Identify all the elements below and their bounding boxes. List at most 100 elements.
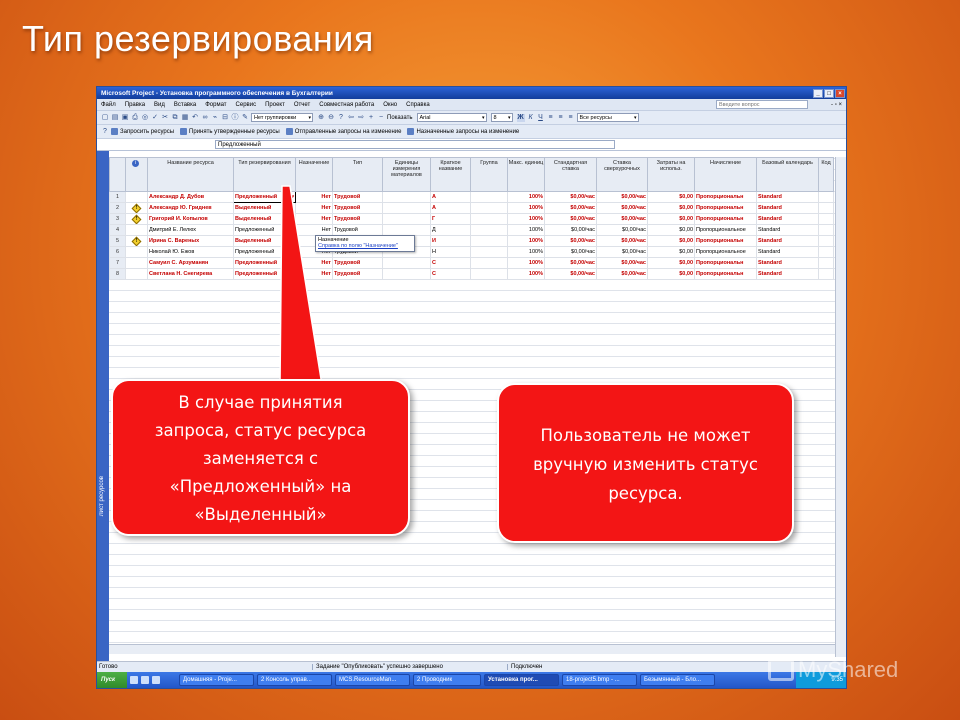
row-number[interactable]: 4	[109, 224, 126, 236]
vertical-scrollbar[interactable]	[835, 157, 846, 657]
cell-max-units[interactable]: 100%	[507, 268, 545, 280]
cell-std-rate[interactable]: $0,00/час	[544, 191, 597, 203]
table-row[interactable]: 4 Дмитрий Е. Лелюх Предложенный Нет Трудовой…	[109, 224, 834, 236]
bold-button[interactable]: Ж	[516, 113, 525, 122]
menu-report[interactable]: Отчет	[294, 102, 310, 108]
ask-question-input[interactable]: Введите вопрос	[716, 100, 808, 109]
cell-group[interactable]	[470, 235, 508, 247]
col-cost-per-use[interactable]: Затраты на использ.	[647, 157, 695, 192]
cell-std-rate[interactable]: $0,00/час	[544, 202, 597, 214]
cell-ovt-rate[interactable]: $0,00/час	[596, 213, 648, 225]
table-row[interactable]: 3! Григорий И. Копылов Выделенный Нет Трудов…	[109, 213, 834, 225]
cell-initials[interactable]: Д	[430, 224, 471, 236]
menu-collaborate[interactable]: Совместная работа	[319, 102, 374, 108]
undo-icon[interactable]: ↶	[191, 114, 199, 122]
cell-base-calendar[interactable]: Standard	[756, 224, 819, 236]
cell-initials[interactable]: Г	[430, 213, 471, 225]
view-bar[interactable]: Лист ресурсов	[97, 151, 109, 661]
cell-name[interactable]: Николай Ю. Ежов	[147, 246, 234, 258]
cell-group[interactable]	[470, 224, 508, 236]
col-name[interactable]: Название ресурса	[147, 157, 234, 192]
cell-code[interactable]	[818, 191, 834, 203]
task-info-icon[interactable]: ⓘ	[231, 114, 239, 122]
cell-cost-per-use[interactable]: $0,00	[647, 202, 695, 214]
cell-cost-per-use[interactable]: $0,00	[647, 268, 695, 280]
maximize-button[interactable]: □	[824, 88, 834, 98]
cell-material-units[interactable]	[382, 257, 431, 269]
row-number[interactable]: 2	[109, 202, 126, 214]
cell-material-units[interactable]	[382, 224, 431, 236]
cell-initials[interactable]: С	[430, 268, 471, 280]
table-row[interactable]: 7 Самуил С. Арзуманян Предложенный Нет Трудо…	[109, 257, 834, 269]
close-button[interactable]: ×	[835, 88, 845, 98]
taskbar-item[interactable]: 18-project5.bmp - ...	[562, 674, 637, 686]
new-icon[interactable]: ▢	[101, 114, 109, 122]
unlink-icon[interactable]: ⌁	[211, 114, 219, 122]
cell-group[interactable]	[470, 246, 508, 258]
cell-code[interactable]	[818, 202, 834, 214]
cell-cost-per-use[interactable]: $0,00	[647, 235, 695, 247]
cell-std-rate[interactable]: $0,00/час	[544, 235, 597, 247]
menu-project[interactable]: Проект	[265, 102, 285, 108]
col-code[interactable]: Код	[818, 157, 834, 192]
start-button[interactable]: Пуск	[97, 672, 127, 688]
col-indicators[interactable]: i	[125, 157, 148, 192]
cell-code[interactable]	[818, 235, 834, 247]
table-row[interactable]: 2! Александр Ю. Гриднев Выделенный Нет Трудо…	[109, 202, 834, 214]
cell-max-units[interactable]: 100%	[507, 224, 545, 236]
cell-ovt-rate[interactable]: $0,00/час	[596, 235, 648, 247]
cell-accrue[interactable]: Пропорциональное	[694, 246, 757, 258]
help-circle-icon[interactable]: ?	[101, 128, 109, 136]
row-number[interactable]: 5	[109, 235, 126, 247]
cell-code[interactable]	[818, 246, 834, 258]
arrow-right-icon[interactable]: ⇨	[357, 114, 365, 122]
sent-requests-button[interactable]: Отправленные запросы на изменение	[285, 128, 401, 135]
cell-ovt-rate[interactable]: $0,00/час	[596, 202, 648, 214]
cell-cost-per-use[interactable]: $0,00	[647, 257, 695, 269]
cell-name[interactable]: Александр Ю. Гриднев	[147, 202, 234, 214]
italic-button[interactable]: К	[527, 114, 535, 122]
font-combo[interactable]: Arial ▾	[416, 113, 487, 122]
zoom-in-icon[interactable]: ⊕	[317, 114, 325, 122]
align-center-icon[interactable]: ≡	[557, 114, 565, 122]
col-initials[interactable]: Краткое название	[430, 157, 471, 192]
cell-name[interactable]: Александр Д. Дубов	[147, 191, 234, 203]
copy-icon[interactable]: ⧉	[171, 114, 179, 122]
cell-std-rate[interactable]: $0,00/час	[544, 213, 597, 225]
menu-tools[interactable]: Сервис	[236, 102, 257, 108]
open-icon[interactable]: ▤	[111, 114, 119, 122]
row-number[interactable]: 8	[109, 268, 126, 280]
cut-icon[interactable]: ✂	[161, 114, 169, 122]
cell-accrue[interactable]: Пропорциональн	[694, 235, 757, 247]
table-row[interactable]: 8 Светлана Н. Снегирева Предложенный Нет Тру…	[109, 268, 834, 280]
row-number[interactable]: 7	[109, 257, 126, 269]
cell-max-units[interactable]: 100%	[507, 202, 545, 214]
notes-icon[interactable]: ✎	[241, 114, 249, 122]
taskbar-item[interactable]: 2 Проводник	[413, 674, 481, 686]
cell-group[interactable]	[470, 202, 508, 214]
entry-field[interactable]: Предложенный	[215, 140, 615, 149]
request-resources-button[interactable]: Запросить ресурсы	[111, 128, 174, 135]
cell-std-rate[interactable]: $0,00/час	[544, 257, 597, 269]
assigned-requests-button[interactable]: Назначенные запросы на изменение	[407, 128, 519, 135]
filter-combo[interactable]: Все ресурсы ▾	[576, 113, 639, 122]
table-row[interactable]: 5!Ирина С. ВареныхВыделенныйНетТрудовойИ…	[109, 235, 834, 247]
cell-ovt-rate[interactable]: $0,00/час	[596, 257, 648, 269]
cell-max-units[interactable]: 100%	[507, 213, 545, 225]
cell-accrue[interactable]: Пропорциональн	[694, 213, 757, 225]
cell-material-units[interactable]	[382, 191, 431, 203]
underline-button[interactable]: Ч	[537, 114, 545, 122]
cell-max-units[interactable]: 100%	[507, 235, 545, 247]
menu-edit[interactable]: Правка	[125, 102, 145, 108]
font-size-combo[interactable]: 8 ▾	[490, 113, 513, 122]
align-right-icon[interactable]: ≡	[567, 114, 575, 122]
row-number[interactable]: 1	[109, 191, 126, 203]
col-max-units[interactable]: Макс. единиц	[507, 157, 545, 192]
cell-ovt-rate[interactable]: $0,00/час	[596, 191, 648, 203]
taskbar-item[interactable]: 2 Консоль управ...	[257, 674, 332, 686]
cell-ovt-rate[interactable]: $0,00/час	[596, 246, 648, 258]
cell-material-units[interactable]	[382, 213, 431, 225]
taskbar-item[interactable]: Безымянный - Бло...	[640, 674, 715, 686]
col-rownum[interactable]	[109, 157, 126, 192]
cell-base-calendar[interactable]: Standard	[756, 246, 819, 258]
